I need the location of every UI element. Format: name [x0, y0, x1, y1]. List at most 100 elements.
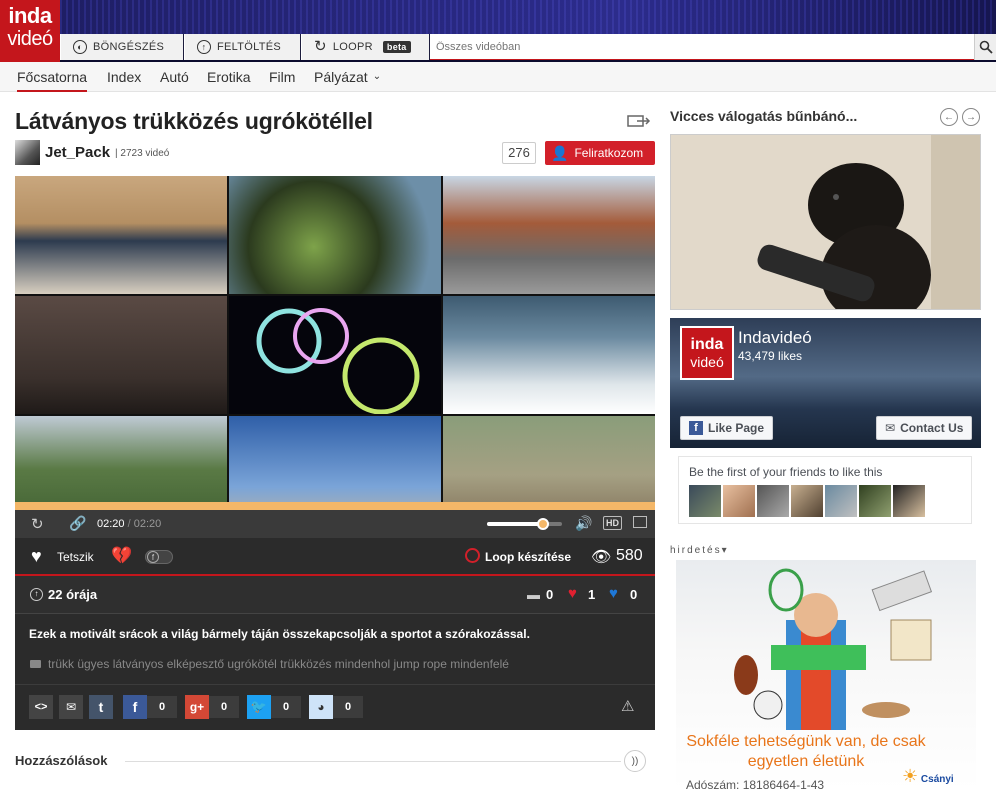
popout-icon[interactable] — [627, 113, 651, 129]
broken-love-icon[interactable]: ♥ — [609, 585, 618, 602]
gplus-icon: g+ — [185, 695, 209, 719]
gplus-share-button[interactable]: g+ 0 — [185, 695, 239, 719]
friend-avatar[interactable] — [791, 485, 823, 517]
fb-page-logo[interactable]: inda videó — [680, 326, 734, 380]
nav-palyazat-label: Pályázat — [314, 69, 368, 85]
loop-icon: ↻ — [314, 38, 327, 55]
loop-create-icon[interactable] — [465, 548, 480, 563]
uploader-video-count: | 2723 videó — [115, 148, 170, 159]
envelope-icon: ✉ — [885, 421, 896, 435]
search-input[interactable] — [430, 35, 974, 59]
dog-thumbnail-art — [671, 135, 980, 309]
ad-brand-logo: ☀ Csányi — [902, 766, 954, 787]
comments-divider — [125, 761, 621, 762]
ad-banner[interactable]: Sokféle tehetségünk van, de csak egyetle… — [676, 560, 976, 790]
indavideo-logo[interactable]: inda videó — [0, 0, 60, 62]
action-bar: ♥ Tetszik 💔 f Loop készítése 👁 580 — [15, 538, 655, 576]
search-button[interactable] — [974, 34, 996, 60]
volume-slider[interactable] — [487, 518, 562, 530]
video-player[interactable] — [15, 176, 655, 502]
top-bar: inda videó ◐ BÖNGÉSZÉS ↑ FELTÖLTÉS ↻ LOO… — [0, 0, 996, 62]
fb-page-name[interactable]: Indavideó — [738, 328, 812, 348]
facebook-icon: f — [123, 695, 147, 719]
video-tags[interactable]: trükk ügyes látványos elképesztő ugróköt… — [48, 657, 509, 671]
subscribe-label: Feliratkozom — [574, 146, 644, 160]
playlist-thumbnail[interactable] — [670, 134, 981, 310]
replay-icon[interactable]: ↻ — [31, 515, 44, 533]
fb-page-likes: 43,479 likes — [738, 349, 803, 363]
eye-icon: 👁 — [591, 549, 612, 566]
facebook-share-button[interactable]: f0 — [123, 695, 177, 719]
subscribe-button[interactable]: 👤 Feliratkozom — [545, 141, 655, 165]
upload-time-icon: ↑ — [30, 588, 43, 601]
sun-icon: ☀ — [902, 766, 919, 786]
twitter-icon: 🐦 — [247, 695, 271, 719]
link-icon[interactable]: 🔗 — [69, 515, 86, 532]
video-frame-4 — [15, 296, 227, 414]
prev-arrow-icon[interactable]: ← — [940, 108, 958, 126]
fullscreen-icon[interactable] — [633, 516, 647, 528]
comment-icon[interactable]: ▬ — [527, 587, 540, 602]
upload-icon: ↑ — [197, 40, 211, 54]
embed-button[interactable]: <> — [29, 695, 53, 719]
upload-button[interactable]: ↑ FELTÖLTÉS — [184, 34, 301, 60]
nav-focsatorna[interactable]: Főcsatorna — [17, 62, 88, 92]
broken-heart-icon[interactable]: 💔 — [111, 546, 132, 566]
hd-button[interactable]: HD — [603, 516, 622, 530]
love-count: 1 — [588, 587, 596, 602]
next-arrow-icon[interactable]: → — [962, 108, 980, 126]
playlist-title[interactable]: Vicces válogatás bűnbánó... — [670, 108, 857, 124]
email-button[interactable]: ✉ — [59, 695, 83, 719]
browse-button[interactable]: ◐ BÖNGÉSZÉS — [60, 34, 184, 60]
heart-icon[interactable]: ♥ — [31, 546, 42, 567]
broken-love-count: 0 — [630, 587, 638, 602]
search-icon — [979, 40, 993, 54]
video-frame-1 — [15, 176, 227, 294]
facebook-toggle-icon: f — [147, 551, 159, 563]
gplus-share-count: 0 — [209, 696, 239, 718]
friend-avatar[interactable] — [825, 485, 857, 517]
twitter-share-button[interactable]: 🐦 0 — [247, 695, 301, 719]
like-label[interactable]: Tetszik — [57, 550, 94, 564]
facebook-toggle[interactable]: f — [145, 550, 173, 564]
love-icon[interactable]: ♥ — [568, 585, 577, 602]
friend-avatar[interactable] — [723, 485, 755, 517]
video-frame-9 — [443, 416, 655, 502]
friend-avatar[interactable] — [757, 485, 789, 517]
uploader-avatar[interactable] — [15, 140, 40, 165]
share-bar: <> ✉ t f0 g+ 0 🐦 0 ◕ 0 ⚠ — [15, 684, 655, 730]
upload-time: 22 órája — [48, 587, 98, 602]
played-fill — [15, 502, 655, 510]
report-icon[interactable]: ⚠ — [621, 697, 634, 715]
nav-erotika[interactable]: Erotika — [207, 62, 251, 92]
friend-avatar[interactable] — [893, 485, 925, 517]
video-frame-6 — [443, 296, 655, 414]
ad-label: hirdetés▾ — [670, 545, 729, 556]
reddit-share-button[interactable]: ◕ 0 — [309, 695, 363, 719]
add-user-icon: 👤 — [551, 144, 569, 161]
nav-film[interactable]: Film — [269, 62, 295, 92]
embed-icon: <> — [29, 695, 53, 719]
nav-palyazat[interactable]: Pályázat ⌄ — [314, 62, 381, 92]
volume-icon[interactable]: 🔊 — [575, 515, 592, 532]
ad-illustration — [734, 568, 933, 730]
friend-avatar[interactable] — [859, 485, 891, 517]
uploader-name[interactable]: Jet_Pack — [45, 144, 110, 161]
fb-like-page-button[interactable]: f Like Page — [680, 416, 774, 440]
time-display: 02:20 / 02:20 — [97, 518, 161, 530]
beta-badge: beta — [382, 41, 411, 53]
fb-contact-label: Contact Us — [900, 421, 964, 435]
loopr-button[interactable]: ↻ LOOPR beta — [301, 34, 430, 60]
view-count: 580 — [616, 547, 643, 564]
playback-progress-bar[interactable] — [15, 502, 655, 510]
nav-index[interactable]: Index — [107, 62, 141, 92]
upload-label: FELTÖLTÉS — [217, 41, 282, 53]
nav-auto[interactable]: Autó — [160, 62, 189, 92]
rss-button[interactable]: )) — [624, 750, 646, 772]
fb-contact-button[interactable]: ✉ Contact Us — [876, 416, 973, 440]
tumblr-button[interactable]: t — [89, 695, 113, 719]
volume-knob[interactable] — [537, 518, 550, 530]
loop-create-label[interactable]: Loop készítése — [485, 550, 571, 564]
friend-avatar[interactable] — [689, 485, 721, 517]
facebook-share-count: 0 — [147, 696, 177, 718]
